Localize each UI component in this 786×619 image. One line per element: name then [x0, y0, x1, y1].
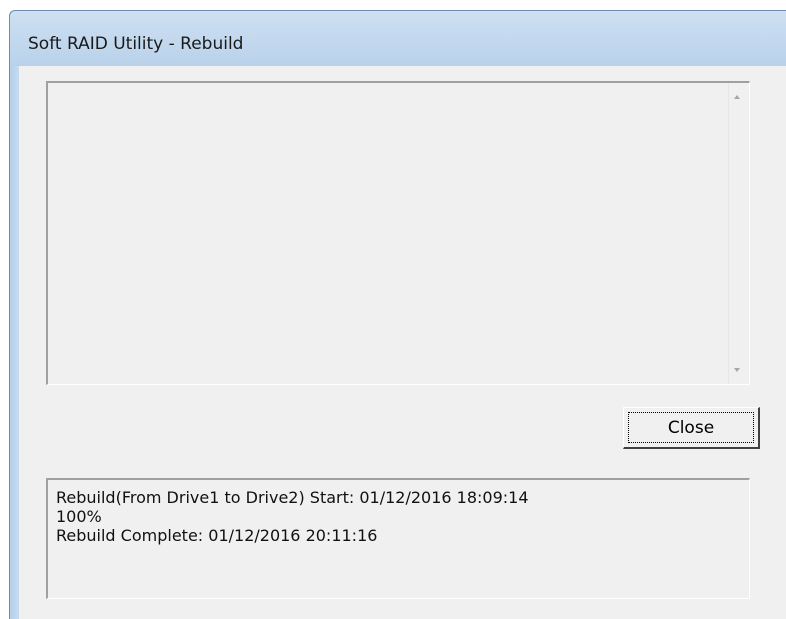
scroll-up-arrow-icon[interactable] — [734, 95, 740, 99]
window-title: Soft RAID Utility - Rebuild — [28, 34, 244, 54]
rebuild-dialog: Soft RAID Utility - Rebuild Close Rebuil… — [9, 10, 786, 619]
status-line-progress: 100% — [56, 507, 102, 526]
status-text-box: Rebuild(From Drive1 to Drive2) Start: 01… — [46, 478, 750, 599]
status-line-complete: Rebuild Complete: 01/12/2016 20:11:16 — [56, 526, 378, 545]
status-line-start: Rebuild(From Drive1 to Drive2) Start: 01… — [56, 488, 529, 507]
scroll-down-arrow-icon[interactable] — [734, 368, 740, 372]
close-button[interactable]: Close — [623, 407, 760, 449]
vertical-scrollbar[interactable] — [728, 83, 749, 384]
window-frame-left — [10, 66, 19, 619]
dialog-client-area: Close Rebuild(From Drive1 to Drive2) Sta… — [19, 66, 786, 619]
log-list-box[interactable] — [46, 81, 750, 385]
close-button-label: Close — [628, 412, 754, 443]
title-bar[interactable]: Soft RAID Utility - Rebuild — [10, 11, 786, 66]
